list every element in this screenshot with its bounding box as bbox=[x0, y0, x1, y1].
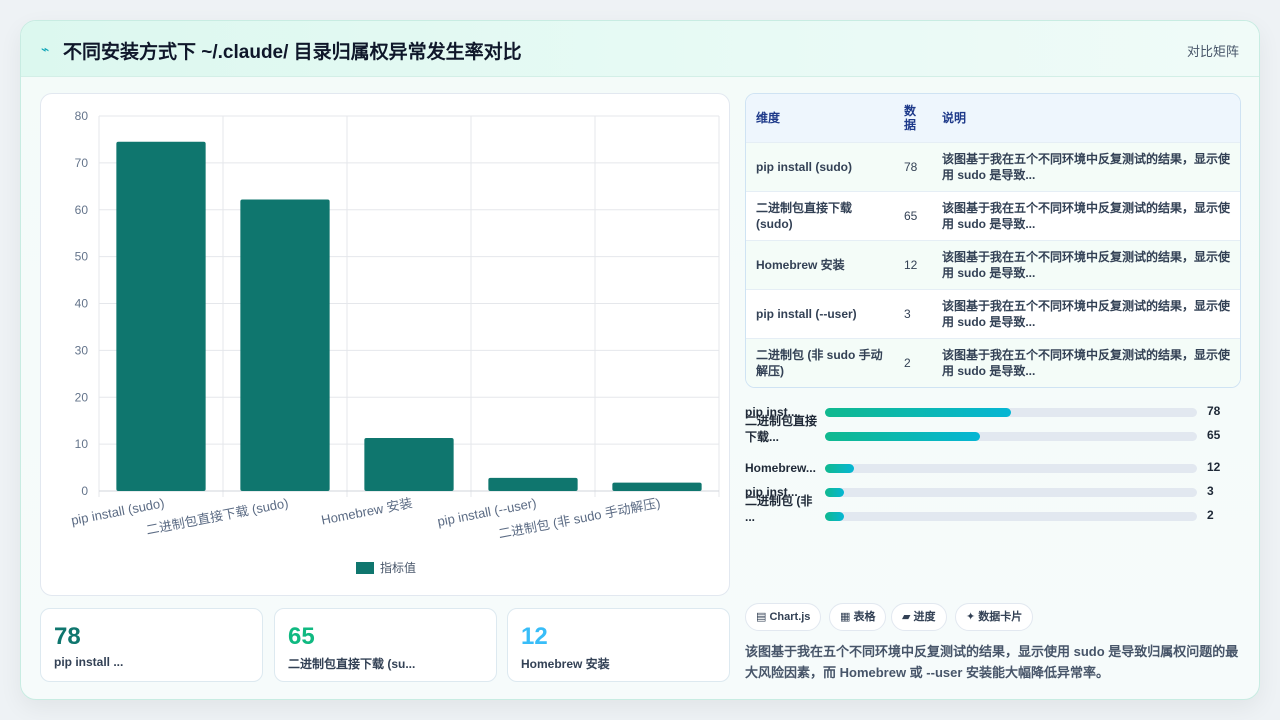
table-cell-dim: Homebrew 安装 bbox=[746, 239, 894, 289]
comparison-matrix-link[interactable]: 对比矩阵 bbox=[1187, 41, 1239, 60]
progress-icon: ▰ bbox=[902, 611, 911, 623]
header-bar: ⌁ 不同安装方式下 ~/.claude/ 目录归属权异常发生率对比 对比矩阵 bbox=[21, 21, 1259, 77]
table-cell-desc: 该图基于我在五个不同环境中反复测试的结果，显示使用 sudo 是导致... bbox=[932, 239, 1240, 289]
progress-track bbox=[825, 464, 1197, 473]
stat-card: 65 二进制包直接下载 (su... bbox=[274, 608, 497, 682]
table-cell-desc: 该图基于我在五个不同环境中反复测试的结果，显示使用 sudo 是导致... bbox=[932, 288, 1240, 338]
stat-value: 78 bbox=[54, 623, 81, 650]
stat-label: 二进制包直接下载 (su... bbox=[288, 657, 416, 671]
bar[interactable] bbox=[240, 199, 330, 491]
table-cell-desc: 该图基于我在五个不同环境中反复测试的结果，显示使用 sudo 是导致... bbox=[932, 190, 1240, 240]
table-cell-val: 78 bbox=[894, 141, 932, 191]
table-icon: ▦ bbox=[840, 611, 851, 623]
bar[interactable] bbox=[364, 438, 454, 491]
y-tick-label: 70 bbox=[75, 156, 89, 170]
y-tick-label: 60 bbox=[75, 203, 89, 217]
progress-row: 二进制包 (非 ... 2 bbox=[745, 494, 1241, 535]
y-tick-label: 30 bbox=[75, 343, 89, 357]
x-tick-label: 二进制包直接下载 (sudo) bbox=[145, 495, 290, 537]
progress-value: 12 bbox=[1207, 460, 1221, 474]
progress-fill bbox=[825, 512, 844, 521]
table-cell-val: 65 bbox=[894, 190, 932, 240]
chip-label: 表格 bbox=[853, 611, 876, 623]
progress-track bbox=[825, 408, 1197, 417]
y-tick-label: 10 bbox=[75, 437, 89, 451]
table-header-desc: 说明 bbox=[942, 111, 967, 126]
progress-value: 65 bbox=[1207, 428, 1221, 442]
table-cell-val: 2 bbox=[894, 337, 932, 387]
legend-label[interactable]: 指标值 bbox=[380, 560, 416, 575]
stat-label: Homebrew 安装 bbox=[521, 657, 610, 671]
table-row: pip install (--user) 3 该图基于我在五个不同环境中反复测试的结… bbox=[746, 288, 1240, 338]
x-tick-label: Homebrew 安装 bbox=[320, 495, 414, 527]
page-title: 不同安装方式下 ~/.claude/ 目录归属权异常发生率对比 bbox=[63, 42, 522, 63]
y-tick-label: 20 bbox=[75, 390, 89, 404]
table-header-val: 数据 bbox=[894, 94, 932, 142]
y-tick-label: 40 bbox=[75, 297, 89, 311]
stat-value: 65 bbox=[288, 623, 315, 650]
chip-progress[interactable]: ▰ 进度 bbox=[891, 603, 947, 631]
chip-label: 数据卡片 bbox=[978, 611, 1023, 623]
stat-card: 78 pip install ... bbox=[40, 608, 263, 682]
progress-value: 2 bbox=[1207, 508, 1214, 522]
data-table: 维度 数据 说明 pip install (sudo) 78 该图基于我在五个不同环… bbox=[745, 93, 1241, 388]
table-cell-val: 3 bbox=[894, 288, 932, 338]
table-row: 二进制包 (非 sudo 手动解压) 2 该图基于我在五个不同环境中反复测试的结果，… bbox=[746, 337, 1240, 387]
chip-chart[interactable]: ▤ Chart.js bbox=[745, 603, 822, 631]
table-cell-desc: 该图基于我在五个不同环境中反复测试的结果，显示使用 sudo 是导致... bbox=[932, 141, 1240, 191]
stat-label: pip install ... bbox=[54, 655, 124, 669]
progress-fill bbox=[825, 408, 1011, 417]
chip-label: 进度 bbox=[913, 611, 936, 623]
stat-card: 12 Homebrew 安装 bbox=[507, 608, 730, 682]
bar[interactable] bbox=[116, 141, 206, 491]
table-cell-dim: pip install (--user) bbox=[746, 288, 894, 338]
summary-text: 该图基于我在五个不同环境中反复测试的结果，显示使用 sudo 是导致归属权问题的… bbox=[745, 644, 1239, 680]
progress-track bbox=[825, 432, 1197, 441]
table-cell-val: 12 bbox=[894, 239, 932, 289]
bar[interactable] bbox=[488, 477, 578, 491]
sparkle-icon: ✦ bbox=[966, 611, 976, 623]
chip-sparkle[interactable]: ✦ 数据卡片 bbox=[955, 603, 1034, 631]
y-tick-label: 80 bbox=[75, 109, 89, 123]
sparkle-icon: ⌁ bbox=[41, 41, 50, 57]
table-cell-dim: 二进制包直接下载 (sudo) bbox=[746, 190, 894, 240]
stat-value: 12 bbox=[521, 623, 548, 650]
table-row: 二进制包直接下载 (sudo) 65 该图基于我在五个不同环境中反复测试的结果，显示… bbox=[746, 190, 1240, 240]
bar-chart-panel: 0 10 20 30 40 50 60 70 80 pip install (sudo) 二进制包直… bbox=[40, 93, 730, 596]
chart-icon: ▤ bbox=[756, 611, 767, 623]
table-cell-dim: 二进制包 (非 sudo 手动解压) bbox=[746, 337, 894, 387]
y-tick-label: 0 bbox=[81, 484, 88, 498]
bar[interactable] bbox=[612, 482, 702, 491]
dashboard-card: ⌁ 不同安装方式下 ~/.claude/ 目录归属权异常发生率对比 对比矩阵 0… bbox=[20, 20, 1260, 700]
chip-table[interactable]: ▦ 表格 bbox=[829, 603, 887, 631]
progress-label: 二进制包直接下载... bbox=[745, 414, 818, 444]
legend-swatch[interactable] bbox=[356, 562, 374, 574]
progress-fill bbox=[825, 464, 854, 473]
progress-label: 二进制包 (非 ... bbox=[745, 494, 813, 524]
table-header-dim: 维度 bbox=[756, 111, 781, 126]
progress-fill bbox=[825, 488, 844, 497]
table-row: pip install (sudo) 78 该图基于我在五个不同环境中反复测试的结果… bbox=[746, 141, 1240, 191]
bar-chart: 01020304050607080pip install (sudo)二进制包直… bbox=[70, 109, 720, 575]
progress-track bbox=[825, 488, 1197, 497]
table-row: Homebrew 安装 12 该图基于我在五个不同环境中反复测试的结果，显示使用 s… bbox=[746, 239, 1240, 289]
progress-label: Homebrew... bbox=[745, 461, 816, 475]
progress-value: 3 bbox=[1207, 484, 1214, 498]
table-cell-dim: pip install (sudo) bbox=[746, 141, 894, 191]
progress-fill bbox=[825, 432, 981, 441]
progress-row: 二进制包直接下载... 65 bbox=[745, 414, 1241, 455]
progress-value: 78 bbox=[1207, 404, 1221, 418]
y-tick-label: 50 bbox=[75, 250, 89, 264]
progress-track bbox=[825, 512, 1197, 521]
table-header-row: 维度 数据 说明 bbox=[746, 94, 1240, 142]
table-header-val-text: 数据 bbox=[904, 103, 917, 132]
chip-label: Chart.js bbox=[769, 611, 811, 623]
table-cell-desc: 该图基于我在五个不同环境中反复测试的结果，显示使用 sudo 是导致... bbox=[932, 337, 1240, 387]
